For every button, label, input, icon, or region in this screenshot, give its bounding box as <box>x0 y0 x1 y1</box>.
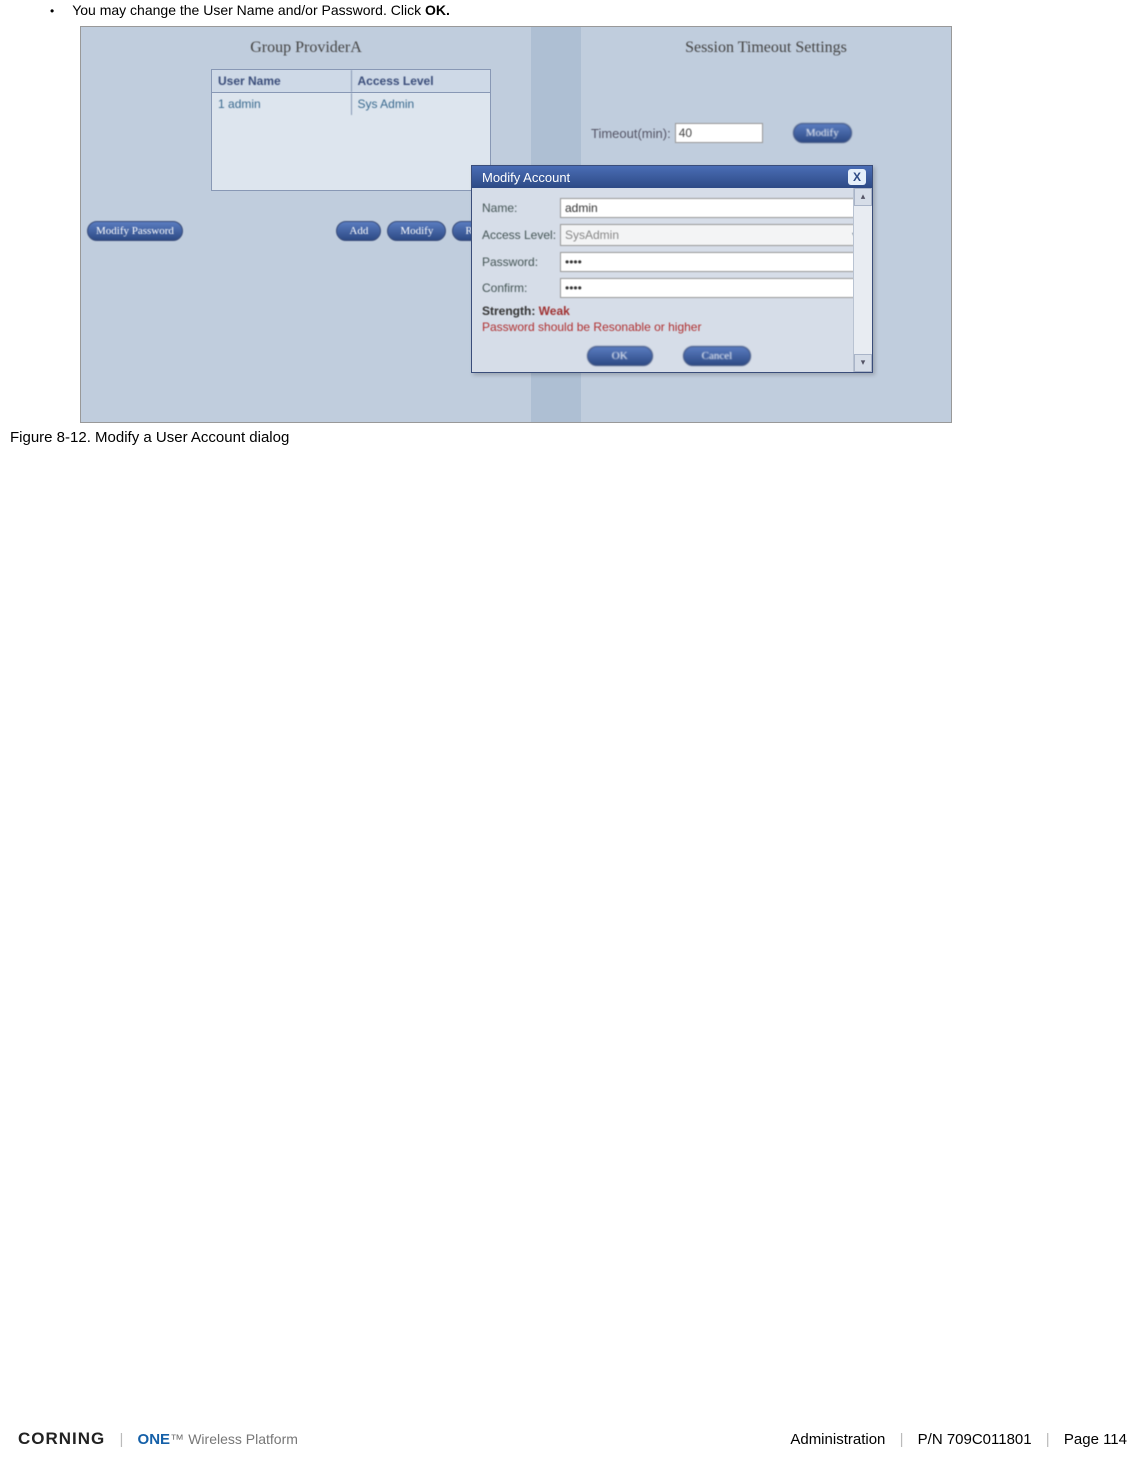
password-input[interactable] <box>560 252 862 272</box>
cell-level: Sys Admin <box>352 93 491 115</box>
access-level-label: Access Level: <box>482 228 560 242</box>
group-button-row: Modify Password Add Modify Remove <box>81 221 531 241</box>
group-provider-panel: Group ProviderA User Name Access Level 1… <box>81 27 531 422</box>
page-footer: CORNING | ONE™ Wireless Platform Adminis… <box>0 1429 1145 1449</box>
footer-part: P/N 709C011801 <box>914 1431 1036 1448</box>
dialog-scrollbar[interactable]: ▴ ▾ <box>853 188 872 372</box>
confirm-label: Confirm: <box>482 281 560 295</box>
close-icon[interactable]: X <box>848 169 866 185</box>
table-header-row: User Name Access Level <box>212 70 490 93</box>
group-panel-title: Group ProviderA <box>81 27 531 63</box>
name-input[interactable] <box>560 198 862 218</box>
footer-right: Administration | P/N 709C011801 | Page 1… <box>786 1431 1131 1448</box>
session-panel-title: Session Timeout Settings <box>581 27 951 63</box>
instruction-text-pre: You may change the User Name and/or Pass… <box>72 2 425 18</box>
cell-user: 1 admin <box>212 93 352 115</box>
table-row[interactable]: 1 admin Sys Admin <box>212 93 490 115</box>
cancel-button[interactable]: Cancel <box>683 346 752 366</box>
col-accesslevel: Access Level <box>352 70 491 92</box>
modify-button[interactable]: Modify <box>387 221 446 241</box>
ok-button[interactable]: OK <box>587 346 653 366</box>
instruction-text-bold: OK. <box>425 2 450 18</box>
strength-row: Strength: Weak <box>482 304 862 318</box>
name-label: Name: <box>482 201 560 215</box>
timeout-modify-button[interactable]: Modify <box>793 123 852 143</box>
scroll-down-icon[interactable]: ▾ <box>854 354 872 372</box>
instruction-text: You may change the User Name and/or Pass… <box>72 2 450 18</box>
password-label: Password: <box>482 255 560 269</box>
timeout-input[interactable] <box>675 123 763 143</box>
screenshot-figure: Group ProviderA User Name Access Level 1… <box>80 26 952 423</box>
figure-caption: Figure 8-12. Modify a User Account dialo… <box>10 429 1135 446</box>
footer-brand: CORNING | ONE™ Wireless Platform <box>18 1429 298 1449</box>
scroll-up-icon[interactable]: ▴ <box>854 188 872 206</box>
dialog-title: Modify Account <box>482 170 570 185</box>
password-warning: Password should be Resonable or higher <box>482 320 862 334</box>
confirm-input[interactable] <box>560 278 862 298</box>
access-level-select[interactable]: SysAdmin ▾ <box>560 224 862 246</box>
col-username: User Name <box>212 70 352 92</box>
add-button[interactable]: Add <box>336 221 381 241</box>
footer-page: Page 114 <box>1060 1431 1131 1448</box>
footer-section: Administration <box>786 1431 889 1448</box>
dialog-title-bar[interactable]: Modify Account X <box>472 166 872 188</box>
timeout-label: Timeout(min): <box>591 126 671 141</box>
modify-password-button[interactable]: Modify Password <box>87 221 183 241</box>
user-table: User Name Access Level 1 admin Sys Admin <box>211 69 491 191</box>
instruction-bullet: • You may change the User Name and/or Pa… <box>50 2 1135 18</box>
modify-account-dialog: Modify Account X Name: Access Level: Sys… <box>471 165 873 373</box>
bullet-icon: • <box>50 4 54 18</box>
access-level-value: SysAdmin <box>565 228 619 242</box>
